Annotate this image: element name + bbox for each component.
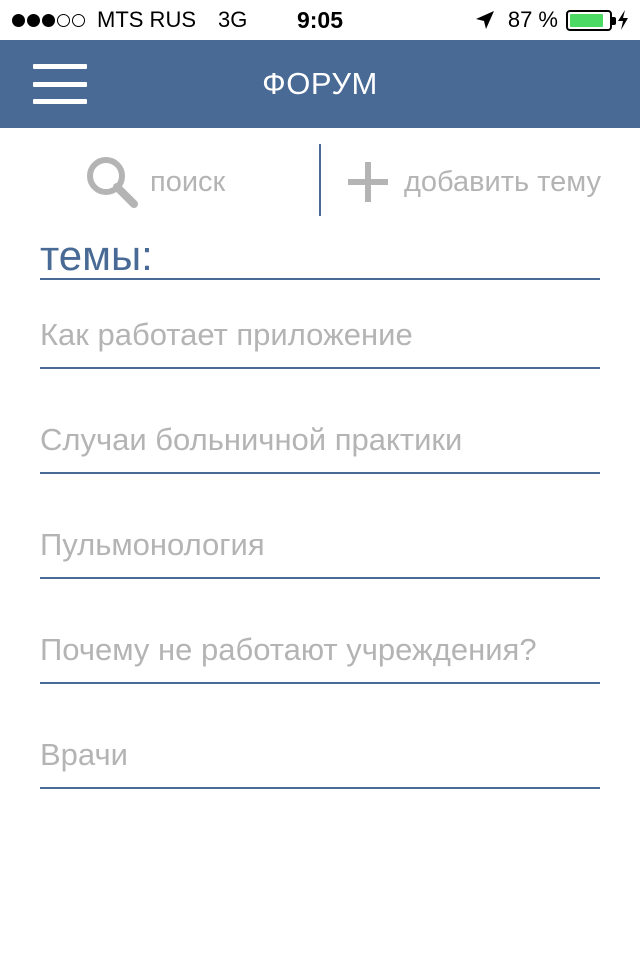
battery-icon <box>566 9 616 31</box>
nav-bar: ФОРУМ <box>0 40 640 128</box>
search-button[interactable]: поиск <box>84 154 225 210</box>
topic-item[interactable]: Почему не работают учреждения? <box>40 579 600 684</box>
forum-screen: MTS RUS 3G 9:05 87 % ФОРУМ поиск добавит… <box>0 0 640 960</box>
location-arrow-icon <box>475 11 494 29</box>
topic-item[interactable]: Как работает приложение <box>40 280 600 369</box>
status-right: 87 % <box>474 7 630 33</box>
topic-list: Как работает приложение Случаи больнично… <box>40 280 600 789</box>
battery-tip <box>612 16 616 25</box>
add-topic-button[interactable]: добавить тему <box>346 154 601 210</box>
topics-heading: темы: <box>40 235 600 280</box>
battery-percent: 87 % <box>507 7 558 32</box>
status-bar: MTS RUS 3G 9:05 87 % <box>0 0 640 40</box>
search-icon <box>87 157 138 208</box>
add-topic-label: добавить тему <box>404 165 602 198</box>
battery-fill <box>570 13 604 27</box>
plus-icon <box>348 162 388 202</box>
topic-item[interactable]: Врачи <box>40 684 600 789</box>
topic-item[interactable]: Случаи больничной практики <box>40 369 600 474</box>
action-row: поиск добавить тему <box>0 128 640 218</box>
action-divider <box>319 144 321 216</box>
page-title: ФОРУМ <box>262 66 378 101</box>
topic-item[interactable]: Пульмонология <box>40 474 600 579</box>
charging-bolt-icon <box>618 10 628 30</box>
search-label: поиск <box>150 165 226 198</box>
